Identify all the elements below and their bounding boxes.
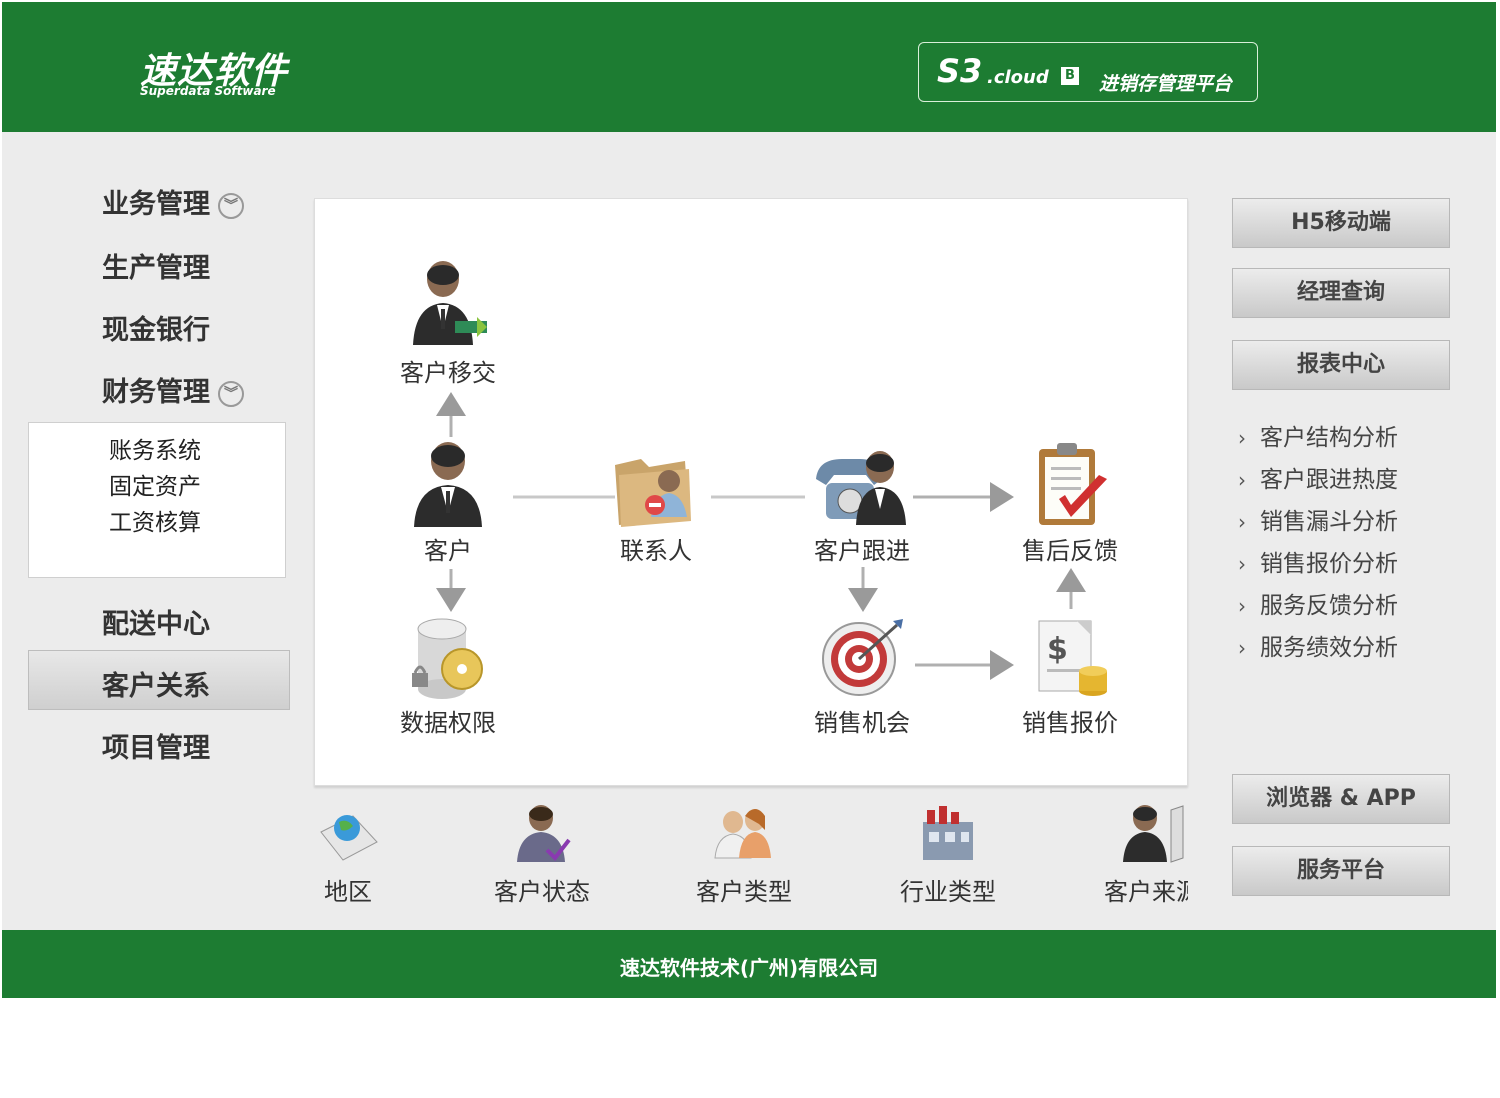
svg-text:$: $ [1047,632,1068,667]
footer-bar: 速达软件技术(广州)有限公司 [2,930,1496,998]
chevron-right-icon: › [1238,594,1246,618]
clipboard-check-icon [1039,443,1107,525]
setting-industry-type[interactable]: 行业类型 [878,802,1018,907]
app-frame: 速达软件 Superdata Software S3 .cloud B 进销存管… [2,2,1496,998]
finance-submenu: 账务系统 固定资产 工资核算 [28,422,286,578]
node-label: 数据权限 [400,709,496,737]
sidebar-item-label: 生产管理 [102,253,210,284]
product-cloud: .cloud [987,67,1049,88]
manager-query-button[interactable]: 经理查询 [1232,268,1450,318]
globe-map-icon [320,815,378,861]
person-check-icon [517,805,571,862]
crm-flow-panel: 客户移交 客户 数据权限 联系人 客户跟进 销售机会 售后反馈 $ 销售报价 [314,198,1188,786]
sidebar-item-label: 配送中心 [102,609,210,640]
flow-node-followup[interactable]: 客户跟进 [787,439,937,566]
report-link-label: 客户结构分析 [1260,425,1398,451]
report-link-label: 销售漏斗分析 [1260,509,1398,535]
sidebar-item-projects[interactable]: 项目管理 [102,726,210,765]
company-name: 速达软件技术(广州)有限公司 [619,956,879,980]
submenu-item-fixed-assets[interactable]: 固定资产 [109,467,201,501]
submenu-item-accounting[interactable]: 账务系统 [109,431,201,465]
node-label: 客户移交 [400,359,496,387]
report-link-label: 服务绩效分析 [1260,635,1398,661]
logo-subtext: Superdata Software [140,84,276,98]
phone-person-icon [816,451,906,525]
report-link-quote-analysis[interactable]: › 销售报价分析 [1238,544,1398,578]
flow-node-quote[interactable]: $ 销售报价 [995,615,1145,738]
person-handover-icon [413,261,487,345]
setting-label: 客户状态 [494,878,590,906]
sidebar-item-label: 项目管理 [102,733,210,764]
flow-node-aftersales[interactable]: 售后反馈 [995,439,1145,566]
browser-app-button[interactable]: 浏览器 & APP [1232,774,1450,824]
product-name: S3 [937,52,983,90]
flow-node-customer[interactable]: 客户 [373,439,523,566]
report-link-sales-funnel[interactable]: › 销售漏斗分析 [1238,502,1398,536]
chevron-right-icon: › [1238,468,1246,492]
report-link-customer-structure[interactable]: › 客户结构分析 [1238,418,1398,452]
product-subtitle: 进销存管理平台 [1099,73,1233,95]
target-icon [822,619,903,696]
setting-customer-status[interactable]: 客户状态 [472,802,612,907]
setting-label: 客户类型 [696,878,792,906]
sidebar-item-business[interactable]: 业务管理 ︾ [102,182,244,221]
report-link-service-feedback[interactable]: › 服务反馈分析 [1238,586,1398,620]
setting-label: 客户来源 [1104,878,1188,906]
chevron-right-icon: › [1238,510,1246,534]
sidebar-item-cash-bank[interactable]: 现金银行 [102,308,210,347]
node-label: 销售机会 [814,709,910,737]
crm-settings-row: 地区 客户状态 客户类型 行业类型 客户来 [314,802,1188,912]
node-label: 联系人 [620,537,692,565]
node-label: 销售报价 [1022,709,1118,737]
flow-node-transfer[interactable]: 客户移交 [373,259,523,388]
setting-customer-type[interactable]: 客户类型 [674,802,814,907]
service-platform-button[interactable]: 服务平台 [1232,846,1450,896]
node-label: 客户跟进 [814,537,910,565]
report-center-button[interactable]: 报表中心 [1232,340,1450,390]
people-icon [714,809,771,859]
person-icon [414,442,482,527]
report-link-label: 服务反馈分析 [1260,593,1398,619]
contact-folder-icon [615,459,691,527]
report-link-label: 客户跟进热度 [1260,467,1398,493]
sidebar-item-production[interactable]: 生产管理 [102,246,210,285]
header-bar: 速达软件 Superdata Software S3 .cloud B 进销存管… [2,2,1496,132]
sidebar-item-label: 业务管理 [102,189,210,220]
flow-node-contact[interactable]: 联系人 [581,439,731,566]
submenu-item-payroll[interactable]: 工资核算 [109,503,201,537]
report-link-service-performance[interactable]: › 服务绩效分析 [1238,628,1398,662]
chevron-right-icon: › [1238,636,1246,660]
sidebar-item-delivery[interactable]: 配送中心 [102,602,210,641]
report-link-label: 销售报价分析 [1260,551,1398,577]
person-door-icon [1123,805,1184,863]
product-badge: S3 .cloud B 进销存管理平台 [918,42,1258,102]
database-lock-icon [412,618,483,699]
node-label: 客户 [424,537,472,565]
setting-label: 地区 [324,878,372,906]
setting-customer-source[interactable]: 客户来源 [1082,802,1188,907]
flow-node-data-permission[interactable]: 数据权限 [373,615,523,738]
price-quote-icon: $ [1038,620,1107,696]
chevron-down-icon[interactable]: ︾ [218,380,244,407]
sidebar-item-crm[interactable]: 客户关系 [102,664,210,703]
sidebar-item-finance[interactable]: 财务管理 ︾ [102,370,244,409]
chevron-right-icon: › [1238,552,1246,576]
chevron-down-icon[interactable]: ︾ [218,192,244,219]
factory-icon [923,806,973,860]
setting-region[interactable]: 地区 [314,802,418,907]
product-edition: B [1061,67,1079,85]
report-link-followup-heat[interactable]: › 客户跟进热度 [1238,460,1398,494]
chevron-right-icon: › [1238,426,1246,450]
sidebar-item-label: 现金银行 [102,315,210,346]
setting-label: 行业类型 [900,878,996,906]
sidebar-item-label: 财务管理 [102,377,210,408]
flow-node-opportunity[interactable]: 销售机会 [787,615,937,738]
h5-mobile-button[interactable]: H5移动端 [1232,198,1450,248]
sidebar-item-label: 客户关系 [102,671,210,702]
node-label: 售后反馈 [1022,537,1118,565]
